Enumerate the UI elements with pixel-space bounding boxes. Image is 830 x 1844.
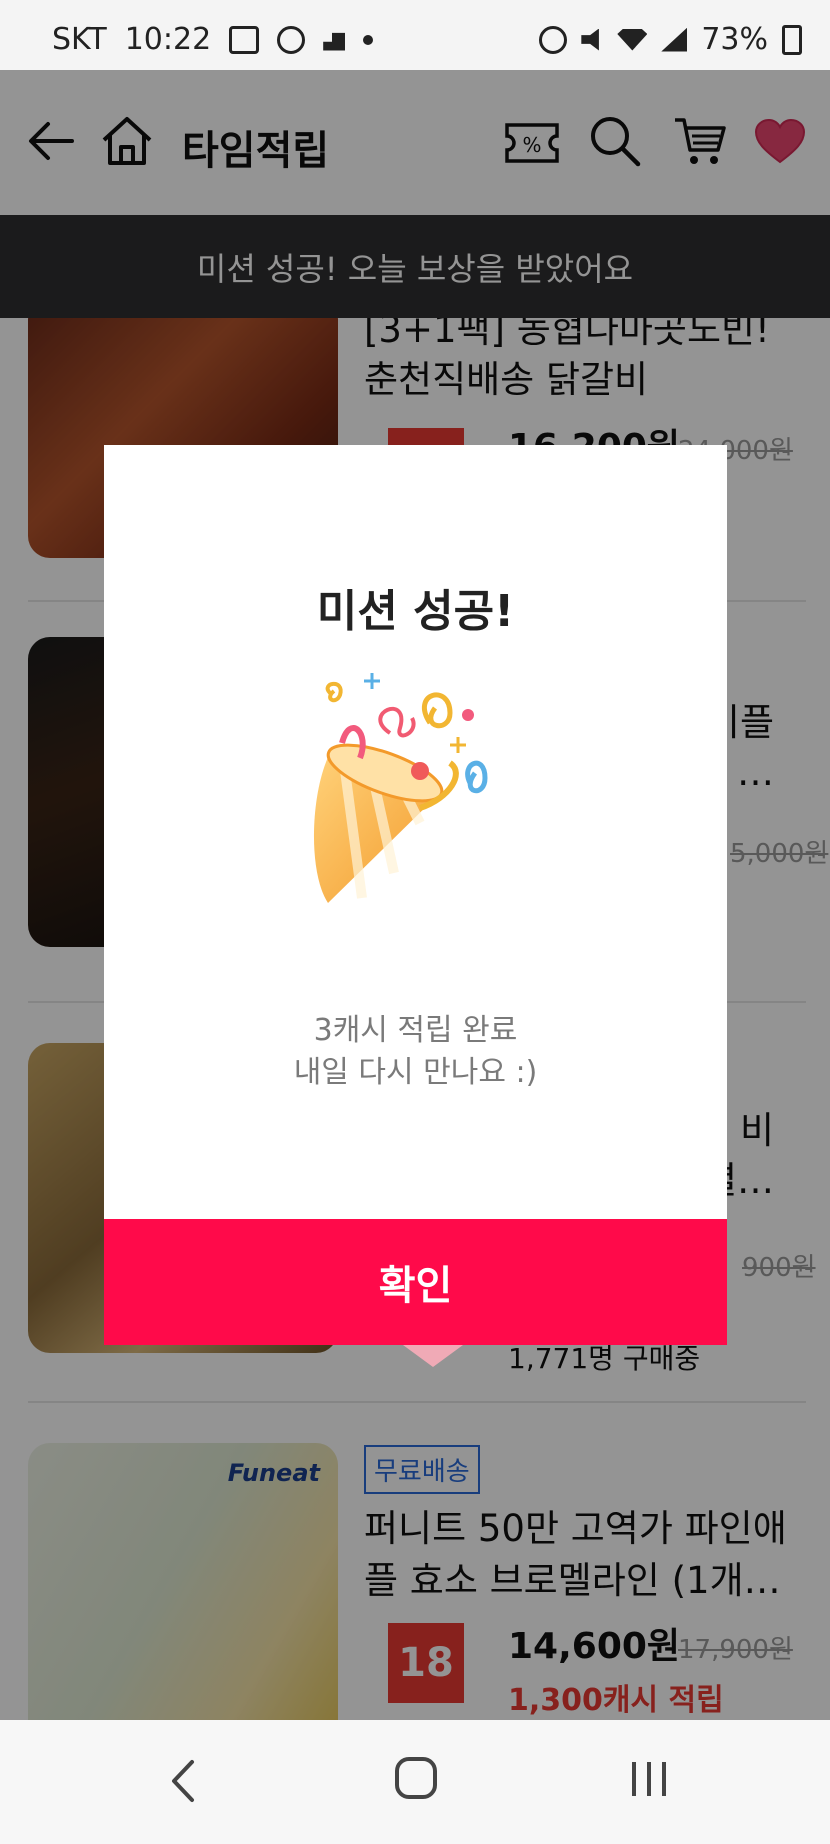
notification-icon (323, 32, 346, 51)
confirm-button-label: 확인 (378, 1263, 453, 1309)
alarm-icon (539, 25, 568, 54)
carrier-label: SKT (52, 22, 107, 57)
nav-recents-icon[interactable] (628, 1758, 670, 1800)
system-nav-bar (0, 1720, 830, 1844)
modal-message-line2: 내일 다시 만나요 :) (293, 1055, 538, 1090)
mission-success-modal: 미션 성공! 3캐시 적립 완료 내일 다시 만나요 :) 확인 (104, 445, 727, 1345)
gallery-icon (229, 25, 260, 54)
modal-message-line1: 3캐시 적립 완료 (313, 1013, 518, 1048)
signal-icon (661, 27, 688, 52)
battery-icon (782, 24, 802, 55)
clock: 10:22 (124, 22, 212, 57)
status-bar: SKT 10:22 73% (0, 0, 830, 70)
confirm-button[interactable]: 확인 (104, 1219, 727, 1345)
nav-back-icon[interactable] (168, 1758, 198, 1804)
tooltip-pointer (403, 1345, 463, 1367)
nav-home-icon[interactable] (394, 1756, 438, 1800)
wifi-icon (617, 28, 648, 51)
modal-title: 미션 성공! (316, 586, 515, 637)
dot-icon (363, 34, 374, 45)
chat-icon (277, 25, 306, 54)
battery-level: 73% (701, 22, 768, 57)
mute-icon (581, 28, 599, 51)
party-popper-icon (313, 673, 488, 903)
